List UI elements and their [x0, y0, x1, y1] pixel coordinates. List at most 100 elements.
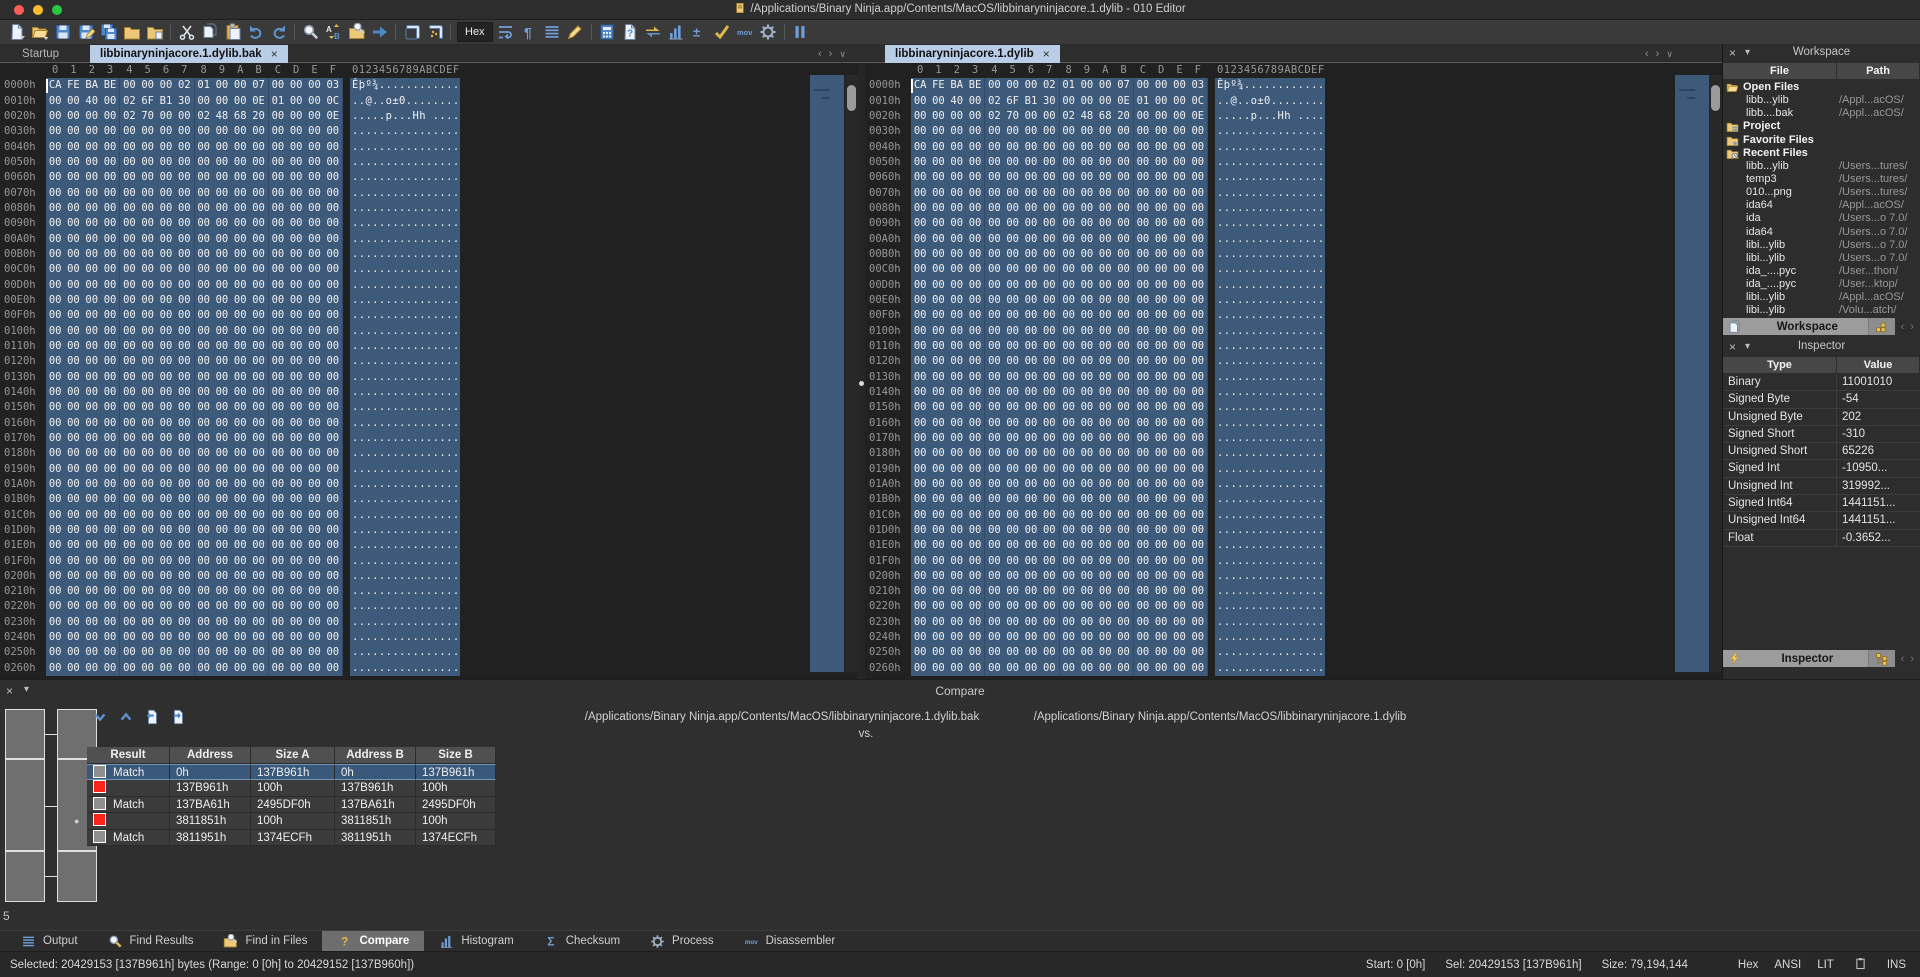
hex-row[interactable]: 01C0h00000000000000000000000000000000...… — [865, 508, 1722, 523]
workspace-file-row[interactable]: libi...ylib/Users...o 7.0/ — [1723, 239, 1920, 252]
inspector-row[interactable]: Binary11001010 — [1723, 374, 1920, 391]
hex-row[interactable]: 0250h00000000000000000000000000000000...… — [865, 645, 1722, 660]
hex-row[interactable]: 01B0h00000000000000000000000000000000...… — [0, 492, 858, 507]
save-all-icon[interactable] — [97, 21, 120, 43]
disassembler-icon[interactable]: mov — [734, 21, 757, 43]
tool-tab-compare[interactable]: ?Compare — [322, 931, 424, 951]
strip-nav-arrows[interactable]: ‹› — [1901, 321, 1920, 333]
hex-row[interactable]: 0100h00000000000000000000000000000000...… — [865, 324, 1722, 339]
inspector-row[interactable]: Signed Byte-54 — [1723, 391, 1920, 408]
hex-row[interactable]: 00B0h00000000000000000000000000000000...… — [0, 247, 858, 262]
hex-row[interactable]: 0080h00000000000000000000000000000000...… — [865, 201, 1722, 216]
tool-tab-output[interactable]: Output — [6, 931, 93, 951]
hex-row[interactable]: 0070h00000000000000000000000000000000...… — [0, 186, 858, 201]
compare-result-row[interactable]: Difference137B961h100h137B961h100h — [87, 780, 496, 796]
hex-row[interactable]: 01A0h00000000000000000000000000000000...… — [865, 477, 1722, 492]
hex-row[interactable]: 0140h00000000000000000000000000000000...… — [0, 385, 858, 400]
hex-row[interactable]: 0020h0000000002700000024868200000000E...… — [865, 109, 1722, 124]
tool-tab-disassembler[interactable]: movDisassembler — [729, 931, 851, 951]
hex-row[interactable]: 0010h00004000026FB1300000000E0100000C..@… — [865, 94, 1722, 109]
workspace-file-row[interactable]: libi...ylib/Users...o 7.0/ — [1723, 252, 1920, 265]
compare-table-header[interactable]: ResultAddress A∧Size AAddress BSize B — [87, 747, 496, 764]
open-file-icon[interactable] — [28, 21, 51, 43]
show-whitespace-icon[interactable]: ¶ — [518, 21, 541, 43]
status-charset-toggle[interactable]: ANSI — [1774, 959, 1801, 971]
hex-row[interactable]: 0250h00000000000000000000000000000000...… — [0, 645, 858, 660]
previous-difference-icon[interactable] — [116, 708, 136, 726]
inspector-row[interactable]: Unsigned Byte202 — [1723, 409, 1920, 426]
hex-row[interactable]: 0150h00000000000000000000000000000000...… — [0, 400, 858, 415]
open-folder-icon[interactable] — [120, 21, 143, 43]
workspace-file-row[interactable]: temp3/Users...tures/ — [1723, 173, 1920, 186]
hex-row[interactable]: 0150h00000000000000000000000000000000...… — [865, 400, 1722, 415]
hex-row[interactable]: 01B0h00000000000000000000000000000000...… — [865, 492, 1722, 507]
hex-row[interactable]: 0070h00000000000000000000000000000000...… — [865, 186, 1722, 201]
pane-b-nav-arrows[interactable]: ‹›∨ — [1645, 45, 1673, 63]
compare-result-row[interactable]: Match137BA61h2495DF0h137BA61h2495DF0h — [87, 797, 496, 813]
hex-row[interactable]: 0180h00000000000000000000000000000000...… — [865, 446, 1722, 461]
hex-row[interactable]: 0090h00000000000000000000000000000000...… — [0, 216, 858, 231]
find-icon[interactable] — [299, 21, 322, 43]
inspector-menu-icon[interactable]: ▾ — [1745, 341, 1750, 352]
hex-row[interactable]: 0000hCAFEBABE000000020100000700000003Êþº… — [0, 78, 858, 93]
inspector-row[interactable]: Unsigned Int641441151... — [1723, 512, 1920, 529]
hex-row[interactable]: 0220h00000000000000000000000000000000...… — [0, 599, 858, 614]
copy-to-file-a-icon[interactable] — [142, 708, 162, 726]
workspace-file-row[interactable]: libb...ylib/Appl...acOS/ — [1723, 94, 1920, 107]
word-wrap-icon[interactable] — [495, 21, 518, 43]
hex-row[interactable]: 0110h00000000000000000000000000000000...… — [865, 339, 1722, 354]
save-as-icon[interactable] — [74, 21, 97, 43]
hex-row[interactable]: 0000hCAFEBABE000000020100000700000003Êþº… — [865, 78, 1722, 93]
hex-row[interactable]: 0210h00000000000000000000000000000000...… — [0, 584, 858, 599]
workspace-file-row[interactable]: ida64/Appl...acOS/ — [1723, 199, 1920, 212]
workspace-file-row[interactable]: ida_....pyc/User...thon/ — [1723, 265, 1920, 278]
scrollbar-thumb-a[interactable] — [847, 85, 856, 111]
hex-editor-b[interactable]: 0123456789ABCDEF0123456789ABCDEF0000hCAF… — [865, 63, 1722, 676]
status-insert-toggle[interactable]: INS — [1887, 959, 1906, 971]
workspace-file-row[interactable]: 010...png/Users...tures/ — [1723, 186, 1920, 199]
clipboard-icon[interactable] — [1854, 957, 1867, 973]
hex-row[interactable]: 00C0h00000000000000000000000000000000...… — [865, 262, 1722, 277]
hex-row[interactable]: 0190h00000000000000000000000000000000...… — [0, 462, 858, 477]
goto-icon[interactable] — [368, 21, 391, 43]
hex-row[interactable]: 0010h00004000026FB1300000000E0100000C..@… — [0, 94, 858, 109]
hex-row[interactable]: 00F0h00000000000000000000000000000000...… — [0, 308, 858, 323]
strip-nav-arrows[interactable]: ‹› — [1901, 653, 1920, 665]
hex-row[interactable]: 0210h00000000000000000000000000000000...… — [865, 584, 1722, 599]
hex-row[interactable]: 0240h00000000000000000000000000000000...… — [0, 630, 858, 645]
files-icon[interactable] — [1723, 318, 1746, 335]
workspace-file-row[interactable]: libi...ylib/Volu...atch/ — [1723, 304, 1920, 317]
edit-template-icon[interactable] — [400, 21, 423, 43]
hex-row[interactable]: 00D0h00000000000000000000000000000000...… — [865, 278, 1722, 293]
tool-tab-find-results[interactable]: Find Results — [93, 931, 209, 951]
hex-row[interactable]: 0170h00000000000000000000000000000000...… — [865, 431, 1722, 446]
tool-tab-checksum[interactable]: ΣChecksum — [529, 931, 635, 951]
pane-splitter-handle[interactable] — [859, 381, 864, 386]
status-endian-toggle[interactable]: LIT — [1817, 959, 1834, 971]
tool-tab-find-in-files[interactable]: Find in Files — [208, 931, 322, 951]
hex-row[interactable]: 0110h00000000000000000000000000000000...… — [0, 339, 858, 354]
hex-row[interactable]: 0090h00000000000000000000000000000000...… — [865, 216, 1722, 231]
hex-row[interactable]: 00A0h00000000000000000000000000000000...… — [0, 232, 858, 247]
inspector-close-icon[interactable]: × — [1729, 340, 1736, 354]
workspace-folder-row[interactable]: ★Favorite Files — [1723, 134, 1920, 147]
tool-tab-histogram[interactable]: Histogram — [424, 931, 528, 951]
tab-startup[interactable]: Startup — [8, 45, 73, 63]
hex-row[interactable]: 0030h00000000000000000000000000000000...… — [865, 124, 1722, 139]
tool-tab-process[interactable]: Process — [635, 931, 729, 951]
hex-row[interactable]: 00E0h00000000000000000000000000000000...… — [865, 293, 1722, 308]
tab-file-b-close-icon[interactable]: × — [1043, 47, 1050, 61]
hex-row[interactable]: 0020h0000000002700000024868200000000E...… — [0, 109, 858, 124]
hex-row[interactable]: 0230h00000000000000000000000000000000...… — [865, 615, 1722, 630]
calculator-icon[interactable] — [596, 21, 619, 43]
inspector-row[interactable]: Signed Short-310 — [1723, 426, 1920, 443]
hex-row[interactable]: 0260h00000000000000000000000000000000...… — [865, 661, 1722, 676]
hex-row[interactable]: 0170h00000000000000000000000000000000...… — [0, 431, 858, 446]
copy-to-file-b-icon[interactable] — [168, 708, 188, 726]
hex-editor-a[interactable]: 0123456789ABCDEF0123456789ABCDEF0000hCAF… — [0, 63, 858, 676]
hex-mode-button[interactable]: Hex — [457, 22, 493, 42]
hex-row[interactable]: 00B0h00000000000000000000000000000000...… — [865, 247, 1722, 262]
run-script-icon[interactable] — [423, 21, 446, 43]
pane-a-nav-arrows[interactable]: ‹›∨ — [818, 45, 846, 63]
new-file-icon[interactable] — [5, 21, 28, 43]
